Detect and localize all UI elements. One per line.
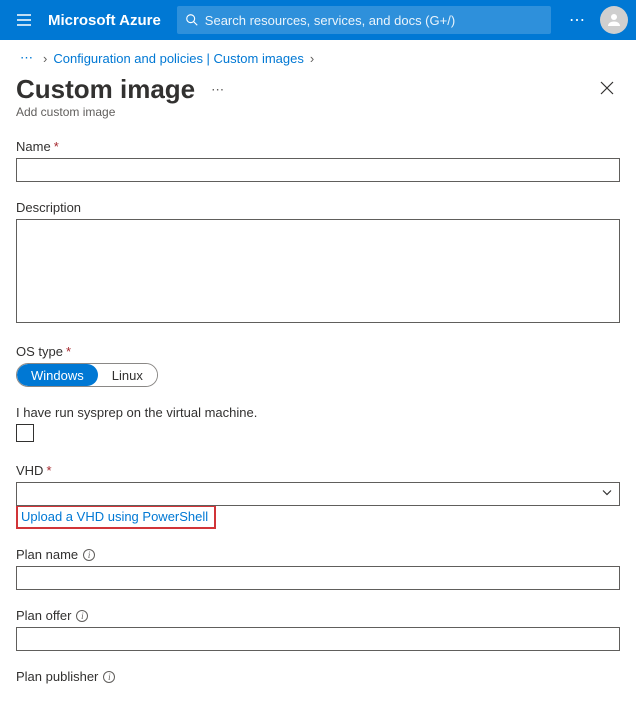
header-more-button[interactable]: ⋯ (559, 10, 596, 30)
ostype-label-text: OS type (16, 344, 63, 359)
field-plan-publisher: Plan publisher i (16, 669, 620, 684)
vhd-select[interactable] (16, 482, 620, 506)
plan-offer-label-text: Plan offer (16, 608, 71, 623)
plan-offer-input[interactable] (16, 627, 620, 651)
field-name: Name * (16, 139, 620, 182)
sysprep-label: I have run sysprep on the virtual machin… (16, 405, 620, 420)
info-icon[interactable]: i (76, 610, 88, 622)
info-icon[interactable]: i (83, 549, 95, 561)
name-input[interactable] (16, 158, 620, 182)
name-label: Name * (16, 139, 620, 154)
info-icon[interactable]: i (103, 671, 115, 683)
search-input[interactable] (205, 13, 543, 28)
plan-offer-label: Plan offer i (16, 608, 620, 623)
description-input[interactable] (16, 219, 620, 323)
field-vhd: VHD * Upload a VHD using PowerShell (16, 463, 620, 529)
hamburger-menu-button[interactable] (8, 4, 40, 36)
plan-publisher-label: Plan publisher i (16, 669, 620, 684)
ostype-option-linux[interactable]: Linux (98, 364, 157, 386)
vhd-label: VHD * (16, 463, 620, 478)
field-ostype: OS type * Windows Linux (16, 344, 620, 387)
field-sysprep: I have run sysprep on the virtual machin… (16, 405, 620, 445)
sysprep-checkbox[interactable] (16, 424, 34, 442)
plan-name-label-text: Plan name (16, 547, 78, 562)
name-label-text: Name (16, 139, 51, 154)
vhd-label-text: VHD (16, 463, 43, 478)
ostype-option-windows[interactable]: Windows (17, 364, 98, 386)
breadcrumb-more[interactable]: ⋯ (16, 50, 37, 66)
ostype-label: OS type * (16, 344, 620, 359)
plan-name-label: Plan name i (16, 547, 620, 562)
form: Name * Description OS type * Windows Lin… (0, 139, 636, 708)
breadcrumb-sep: › (43, 51, 47, 66)
header-right: ⋯ (559, 6, 628, 34)
global-search[interactable] (177, 6, 551, 34)
search-icon (185, 13, 199, 27)
title-row: Custom image ⋯ (0, 70, 636, 105)
page-subtitle: Add custom image (0, 105, 636, 139)
field-description: Description (16, 200, 620, 326)
breadcrumb-link-config[interactable]: Configuration and policies | Custom imag… (53, 51, 304, 66)
close-button[interactable] (594, 75, 620, 104)
user-icon (605, 11, 623, 29)
field-plan-offer: Plan offer i (16, 608, 620, 651)
close-icon (600, 81, 614, 95)
description-label: Description (16, 200, 620, 215)
required-marker: * (66, 344, 71, 359)
upload-vhd-highlight: Upload a VHD using PowerShell (16, 505, 216, 529)
breadcrumb: ⋯ › Configuration and policies | Custom … (0, 40, 636, 70)
plan-name-input[interactable] (16, 566, 620, 590)
page-title: Custom image (16, 74, 195, 105)
brand-label: Microsoft Azure (48, 12, 161, 29)
field-plan-name: Plan name i (16, 547, 620, 590)
plan-publisher-label-text: Plan publisher (16, 669, 98, 684)
ostype-toggle: Windows Linux (16, 363, 158, 387)
upload-vhd-link[interactable]: Upload a VHD using PowerShell (21, 509, 208, 524)
user-avatar[interactable] (600, 6, 628, 34)
title-more-button[interactable]: ⋯ (201, 82, 234, 98)
breadcrumb-sep: › (310, 51, 314, 66)
top-header: Microsoft Azure ⋯ (0, 0, 636, 40)
hamburger-icon (16, 12, 32, 28)
chevron-down-icon (601, 487, 613, 502)
required-marker: * (54, 139, 59, 154)
required-marker: * (46, 463, 51, 478)
